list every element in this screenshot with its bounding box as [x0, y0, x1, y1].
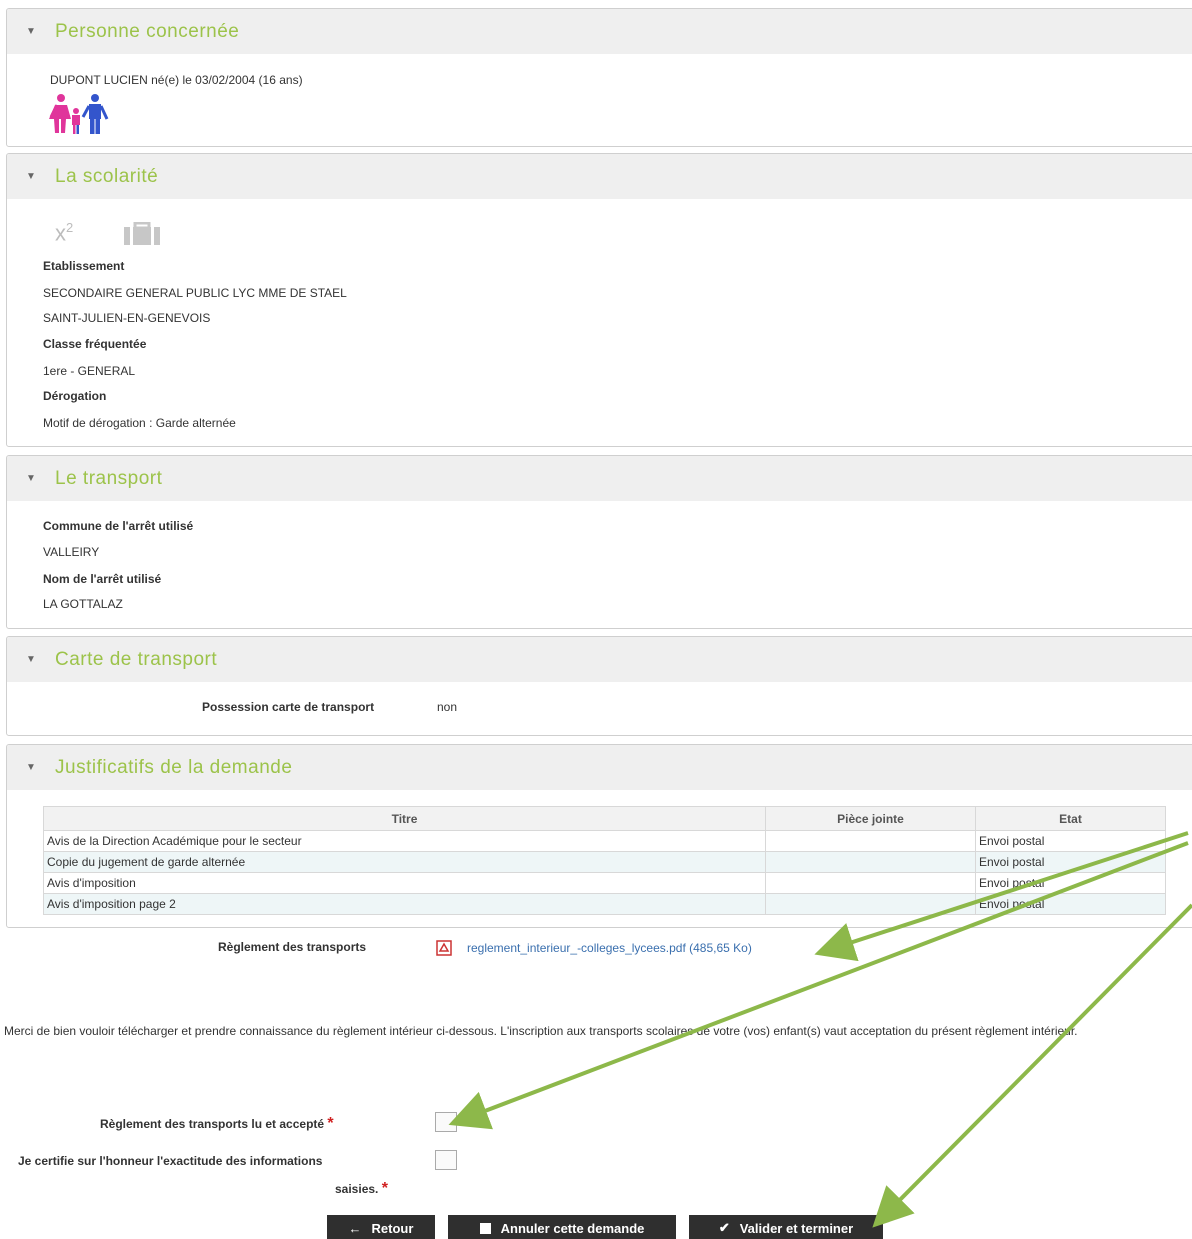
- collapse-icon[interactable]: ▼: [7, 171, 55, 182]
- table-cell: Envoi postal: [975, 830, 1166, 852]
- briefcase-icon: [124, 222, 160, 245]
- commune-value: VALLEIRY: [43, 545, 100, 559]
- column-header: Etat: [975, 806, 1166, 831]
- table-row: Avis de la Direction Académique pour le …: [43, 830, 1166, 852]
- justificatifs-table: Titre Pièce jointe Etat Avis de la Direc…: [43, 806, 1166, 915]
- classe-value: 1ere - GENERAL: [43, 364, 136, 378]
- panel-title: Le transport: [55, 467, 163, 489]
- certify-checkbox[interactable]: [435, 1150, 457, 1170]
- column-header: Pièce jointe: [765, 806, 976, 831]
- table-row: Avis d'imposition Envoi postal: [43, 872, 1166, 894]
- back-button[interactable]: ← Retour: [327, 1215, 435, 1239]
- panel-title: Carte de transport: [55, 648, 218, 670]
- stop-icon: [479, 1222, 491, 1234]
- etab-city: SAINT-JULIEN-EN-GENEVOIS: [43, 311, 211, 325]
- table-cell: Envoi postal: [975, 893, 1166, 915]
- panel-carte-header[interactable]: ▼ Carte de transport: [7, 637, 1192, 682]
- panel-justificatifs-header[interactable]: ▼ Justificatifs de la demande: [7, 745, 1192, 790]
- panel-transport: ▼ Le transport Commune de l'arrêt utilis…: [6, 455, 1192, 629]
- collapse-icon[interactable]: ▼: [7, 26, 55, 37]
- derog-label: Dérogation: [43, 389, 107, 403]
- arret-value: LA GOTTALAZ: [43, 597, 123, 611]
- table-row: Avis d'imposition page 2 Envoi postal: [43, 893, 1166, 915]
- collapse-icon[interactable]: ▼: [7, 654, 55, 665]
- table-header-row: Titre Pièce jointe Etat: [43, 806, 1166, 831]
- column-header: Titre: [43, 806, 766, 831]
- table-cell: Copie du jugement de garde alternée: [43, 851, 766, 873]
- panel-title: La scolarité: [55, 165, 159, 187]
- commune-label: Commune de l'arrêt utilisé: [43, 519, 194, 533]
- panel-title: Justificatifs de la demande: [55, 756, 293, 778]
- certify-label-line2: saisies. *: [335, 1180, 388, 1197]
- carte-label: Possession carte de transport: [202, 700, 375, 714]
- reglement-notice: Merci de bien vouloir télécharger et pre…: [4, 1024, 1078, 1038]
- collapse-icon[interactable]: ▼: [7, 762, 55, 773]
- accept-checkbox[interactable]: [435, 1112, 457, 1132]
- arrow-left-icon: ←: [348, 1220, 362, 1236]
- reglement-link[interactable]: reglement_interieur_-colleges_lycees.pdf…: [467, 941, 752, 955]
- table-cell: Envoi postal: [975, 872, 1166, 894]
- etab-name: SECONDAIRE GENERAL PUBLIC LYC MME DE STA…: [43, 286, 347, 300]
- table-cell: [765, 893, 976, 915]
- collapse-icon[interactable]: ▼: [7, 473, 55, 484]
- panel-transport-header[interactable]: ▼ Le transport: [7, 456, 1192, 501]
- table-cell: Avis de la Direction Académique pour le …: [43, 830, 766, 852]
- required-asterisk: *: [327, 1115, 334, 1132]
- panel-scolarite-header[interactable]: ▼ La scolarité: [7, 154, 1192, 199]
- cancel-request-button[interactable]: Annuler cette demande: [448, 1215, 676, 1239]
- panel-justificatifs: ▼ Justificatifs de la demande Titre Pièc…: [6, 744, 1192, 928]
- etab-label: Etablissement: [43, 259, 125, 273]
- superscript-icon: x2: [55, 220, 74, 246]
- panel-personne-header[interactable]: ▼ Personne concernée: [7, 9, 1192, 54]
- table-cell: Envoi postal: [975, 851, 1166, 873]
- person-info: DUPONT LUCIEN né(e) le 03/02/2004 (16 an…: [50, 73, 303, 87]
- table-cell: Avis d'imposition: [43, 872, 766, 894]
- reglement-label: Règlement des transports: [218, 940, 367, 954]
- accept-label: Règlement des transports lu et accepté *: [100, 1115, 334, 1132]
- family-icon: [49, 94, 109, 134]
- check-icon: ✔: [718, 1220, 730, 1235]
- required-asterisk: *: [381, 1180, 388, 1197]
- arret-label: Nom de l'arrêt utilisé: [43, 572, 162, 586]
- table-cell: Avis d'imposition page 2: [43, 893, 766, 915]
- table-cell: [765, 872, 976, 894]
- panel-carte: ▼ Carte de transport Possession carte de…: [6, 636, 1192, 736]
- classe-label: Classe fréquentée: [43, 337, 147, 351]
- certify-label-line1: Je certifie sur l'honneur l'exactitude d…: [18, 1154, 323, 1168]
- panel-title: Personne concernée: [55, 20, 240, 42]
- derog-value: Motif de dérogation : Garde alternée: [43, 416, 236, 430]
- table-row: Copie du jugement de garde alternée Envo…: [43, 851, 1166, 873]
- table-cell: [765, 830, 976, 852]
- carte-value: non: [437, 700, 458, 714]
- validate-button[interactable]: ✔ Valider et terminer: [689, 1215, 883, 1239]
- arrow-to-validate: [872, 903, 1192, 1228]
- pdf-icon: [436, 940, 452, 956]
- table-cell: [765, 851, 976, 873]
- panel-scolarite: ▼ La scolarité x2 Etablissement SECONDAI…: [6, 153, 1192, 447]
- panel-personne: ▼ Personne concernée DUPONT LUCIEN né(e)…: [6, 8, 1192, 147]
